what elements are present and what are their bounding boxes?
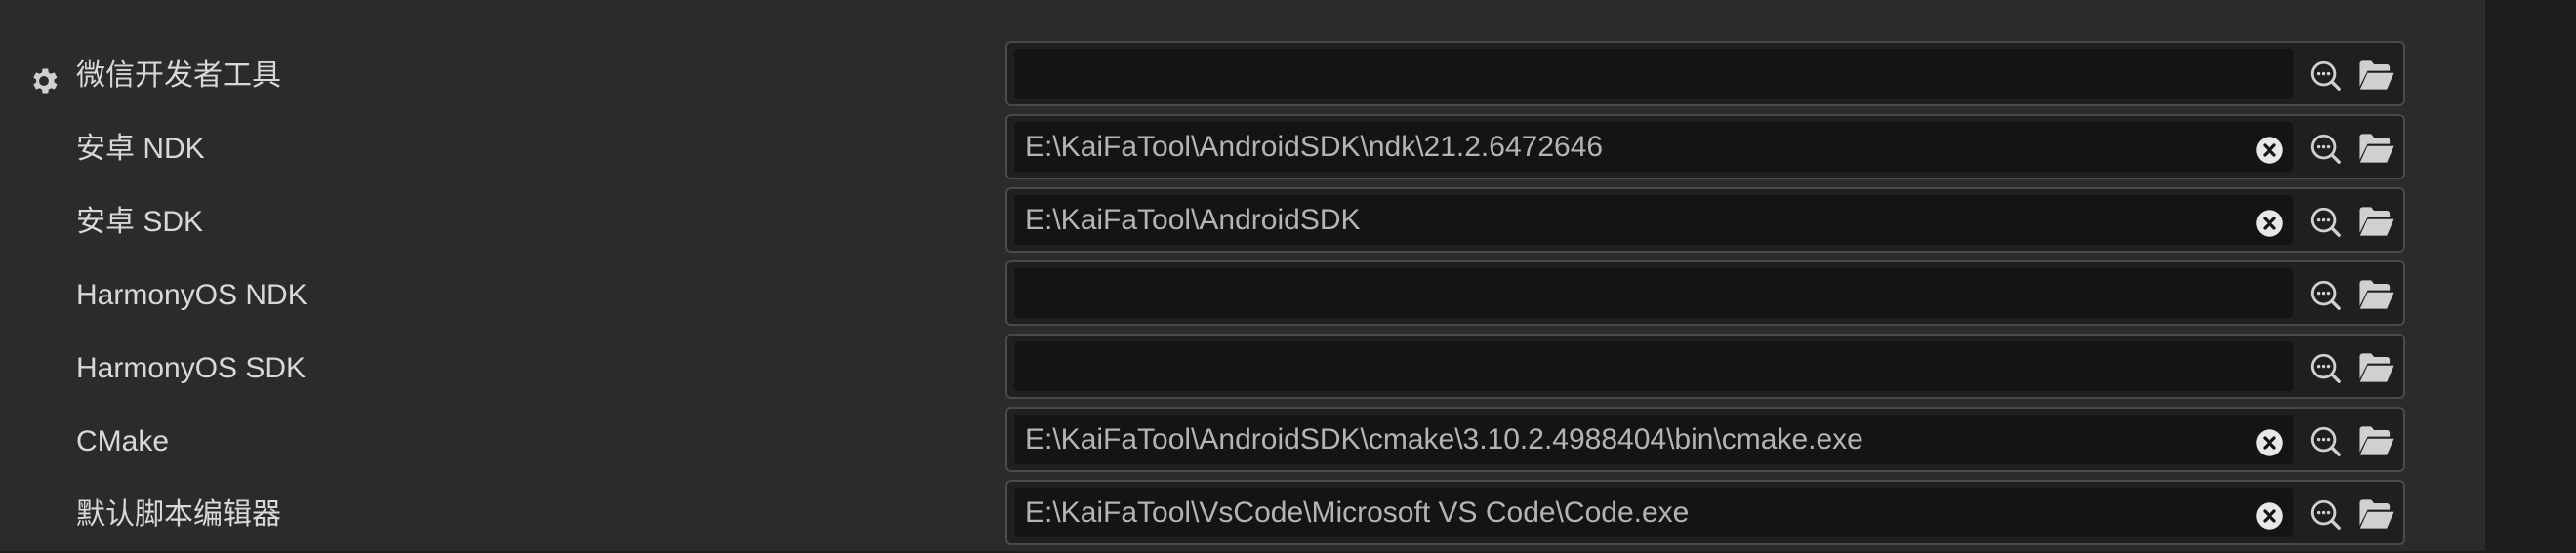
clear-icon[interactable] — [2255, 136, 2284, 165]
setting-row-wechat-devtools: 微信开发者工具 — [0, 41, 2485, 114]
clear-icon[interactable] — [2255, 501, 2284, 531]
settings-panel: 微信开发者工具 安卓 NDK E:\KaiFaTool\AndroidSDK\n… — [0, 0, 2485, 551]
search-icon[interactable] — [2309, 424, 2342, 457]
clear-icon[interactable] — [2255, 209, 2284, 238]
path-input[interactable]: E:\KaiFaTool\AndroidSDK\ndk\21.2.6472646 — [1014, 122, 2293, 172]
clear-icon[interactable] — [2255, 428, 2284, 457]
setting-row-android-ndk: 安卓 NDK E:\KaiFaTool\AndroidSDK\ndk\21.2.… — [0, 114, 2485, 187]
setting-label: HarmonyOS SDK — [76, 352, 307, 384]
path-field: E:\KaiFaTool\VsCode\Microsoft VS Code\Co… — [1005, 480, 2405, 545]
path-field — [1005, 41, 2405, 106]
setting-row-harmonyos-sdk: HarmonyOS SDK — [0, 334, 2485, 407]
search-icon[interactable] — [2309, 278, 2342, 311]
setting-label: CMake — [76, 425, 170, 457]
search-icon[interactable] — [2309, 351, 2342, 384]
path-input[interactable] — [1014, 268, 2293, 318]
search-icon[interactable] — [2309, 205, 2342, 238]
folder-open-icon[interactable] — [2358, 351, 2395, 384]
right-sidebar-strip — [2485, 0, 2576, 551]
folder-open-icon[interactable] — [2358, 205, 2395, 238]
path-field: E:\KaiFaTool\AndroidSDK — [1005, 187, 2405, 253]
setting-label: 微信开发者工具 — [76, 59, 281, 92]
search-icon[interactable] — [2309, 59, 2342, 92]
setting-row-cmake: CMake E:\KaiFaTool\AndroidSDK\cmake\3.10… — [0, 407, 2485, 480]
path-field: E:\KaiFaTool\AndroidSDK\cmake\3.10.2.498… — [1005, 407, 2405, 472]
path-input[interactable] — [1014, 49, 2293, 99]
folder-open-icon[interactable] — [2358, 132, 2395, 165]
setting-label: 默认脚本编辑器 — [76, 498, 281, 531]
folder-open-icon[interactable] — [2358, 59, 2395, 92]
search-icon[interactable] — [2309, 132, 2342, 165]
path-input[interactable]: E:\KaiFaTool\AndroidSDK\cmake\3.10.2.498… — [1014, 415, 2293, 464]
folder-open-icon[interactable] — [2358, 497, 2395, 531]
setting-row-android-sdk: 安卓 SDK E:\KaiFaTool\AndroidSDK — [0, 187, 2485, 260]
setting-row-harmonyos-ndk: HarmonyOS NDK — [0, 260, 2485, 334]
path-input[interactable]: E:\KaiFaTool\AndroidSDK — [1014, 195, 2293, 245]
path-field — [1005, 260, 2405, 326]
path-input[interactable]: E:\KaiFaTool\VsCode\Microsoft VS Code\Co… — [1014, 488, 2293, 537]
path-field — [1005, 334, 2405, 399]
setting-label: 安卓 NDK — [76, 133, 205, 165]
setting-row-default-script-editor: 默认脚本编辑器 E:\KaiFaTool\VsCode\Microsoft VS… — [0, 480, 2485, 553]
gear-icon — [33, 68, 58, 94]
path-field: E:\KaiFaTool\AndroidSDK\ndk\21.2.6472646 — [1005, 114, 2405, 179]
setting-label: HarmonyOS NDK — [76, 279, 307, 311]
search-icon[interactable] — [2309, 497, 2342, 531]
folder-open-icon[interactable] — [2358, 424, 2395, 457]
setting-label: 安卓 SDK — [76, 206, 204, 238]
path-input[interactable] — [1014, 341, 2293, 391]
folder-open-icon[interactable] — [2358, 278, 2395, 311]
